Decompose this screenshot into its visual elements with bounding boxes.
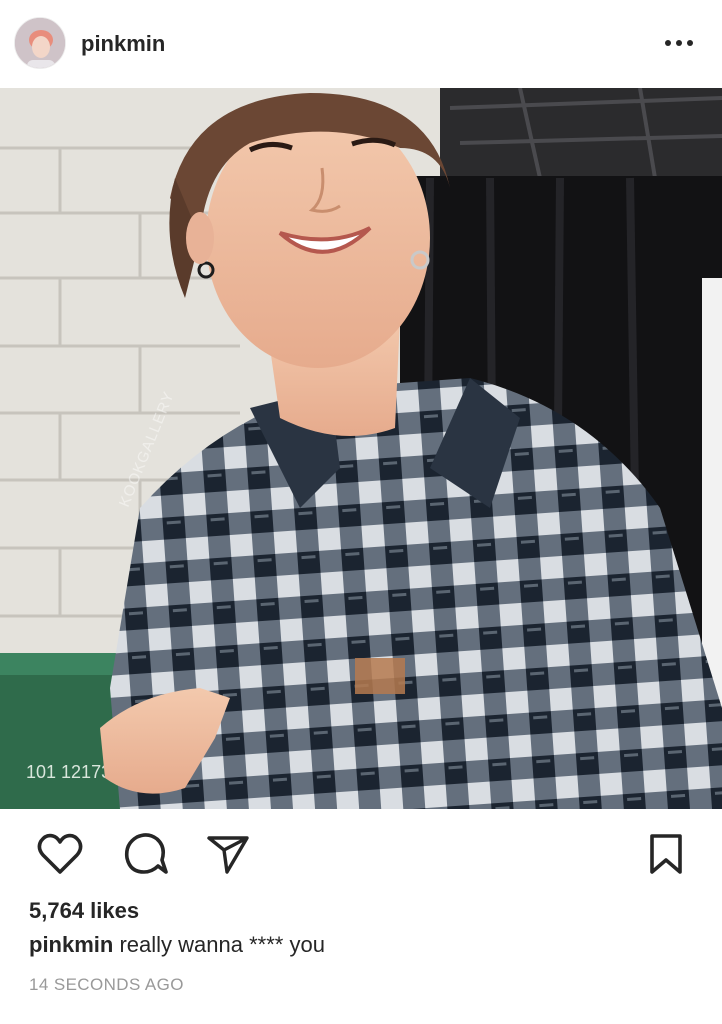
share-icon[interactable] xyxy=(205,832,251,876)
more-dot xyxy=(687,40,693,46)
bookmark-icon[interactable] xyxy=(644,832,690,876)
more-dot xyxy=(665,40,671,46)
post-photo[interactable]: 101 12173 KOOKGALLERY xyxy=(0,88,722,809)
comment-icon[interactable] xyxy=(122,832,168,876)
more-dot xyxy=(676,40,682,46)
heart-icon[interactable] xyxy=(37,832,83,876)
avatar[interactable] xyxy=(14,17,66,69)
caption-username[interactable]: pinkmin xyxy=(29,932,113,957)
caption-text: really wanna **** you xyxy=(119,932,325,957)
likes-count[interactable]: 5,764 likes xyxy=(29,898,139,924)
post-header: pinkmin xyxy=(0,0,722,88)
instagram-post: pinkmin 101 12173 KOOKGALLERY 5,764 like… xyxy=(0,0,722,1024)
more-options-icon[interactable] xyxy=(659,32,699,54)
post-timestamp: 14 SECONDS AGO xyxy=(29,975,184,994)
caption: pinkmin really wanna **** you xyxy=(29,932,325,958)
action-bar xyxy=(0,810,722,892)
post-username[interactable]: pinkmin xyxy=(81,31,165,57)
bin-label: 101 12173 xyxy=(26,762,111,782)
